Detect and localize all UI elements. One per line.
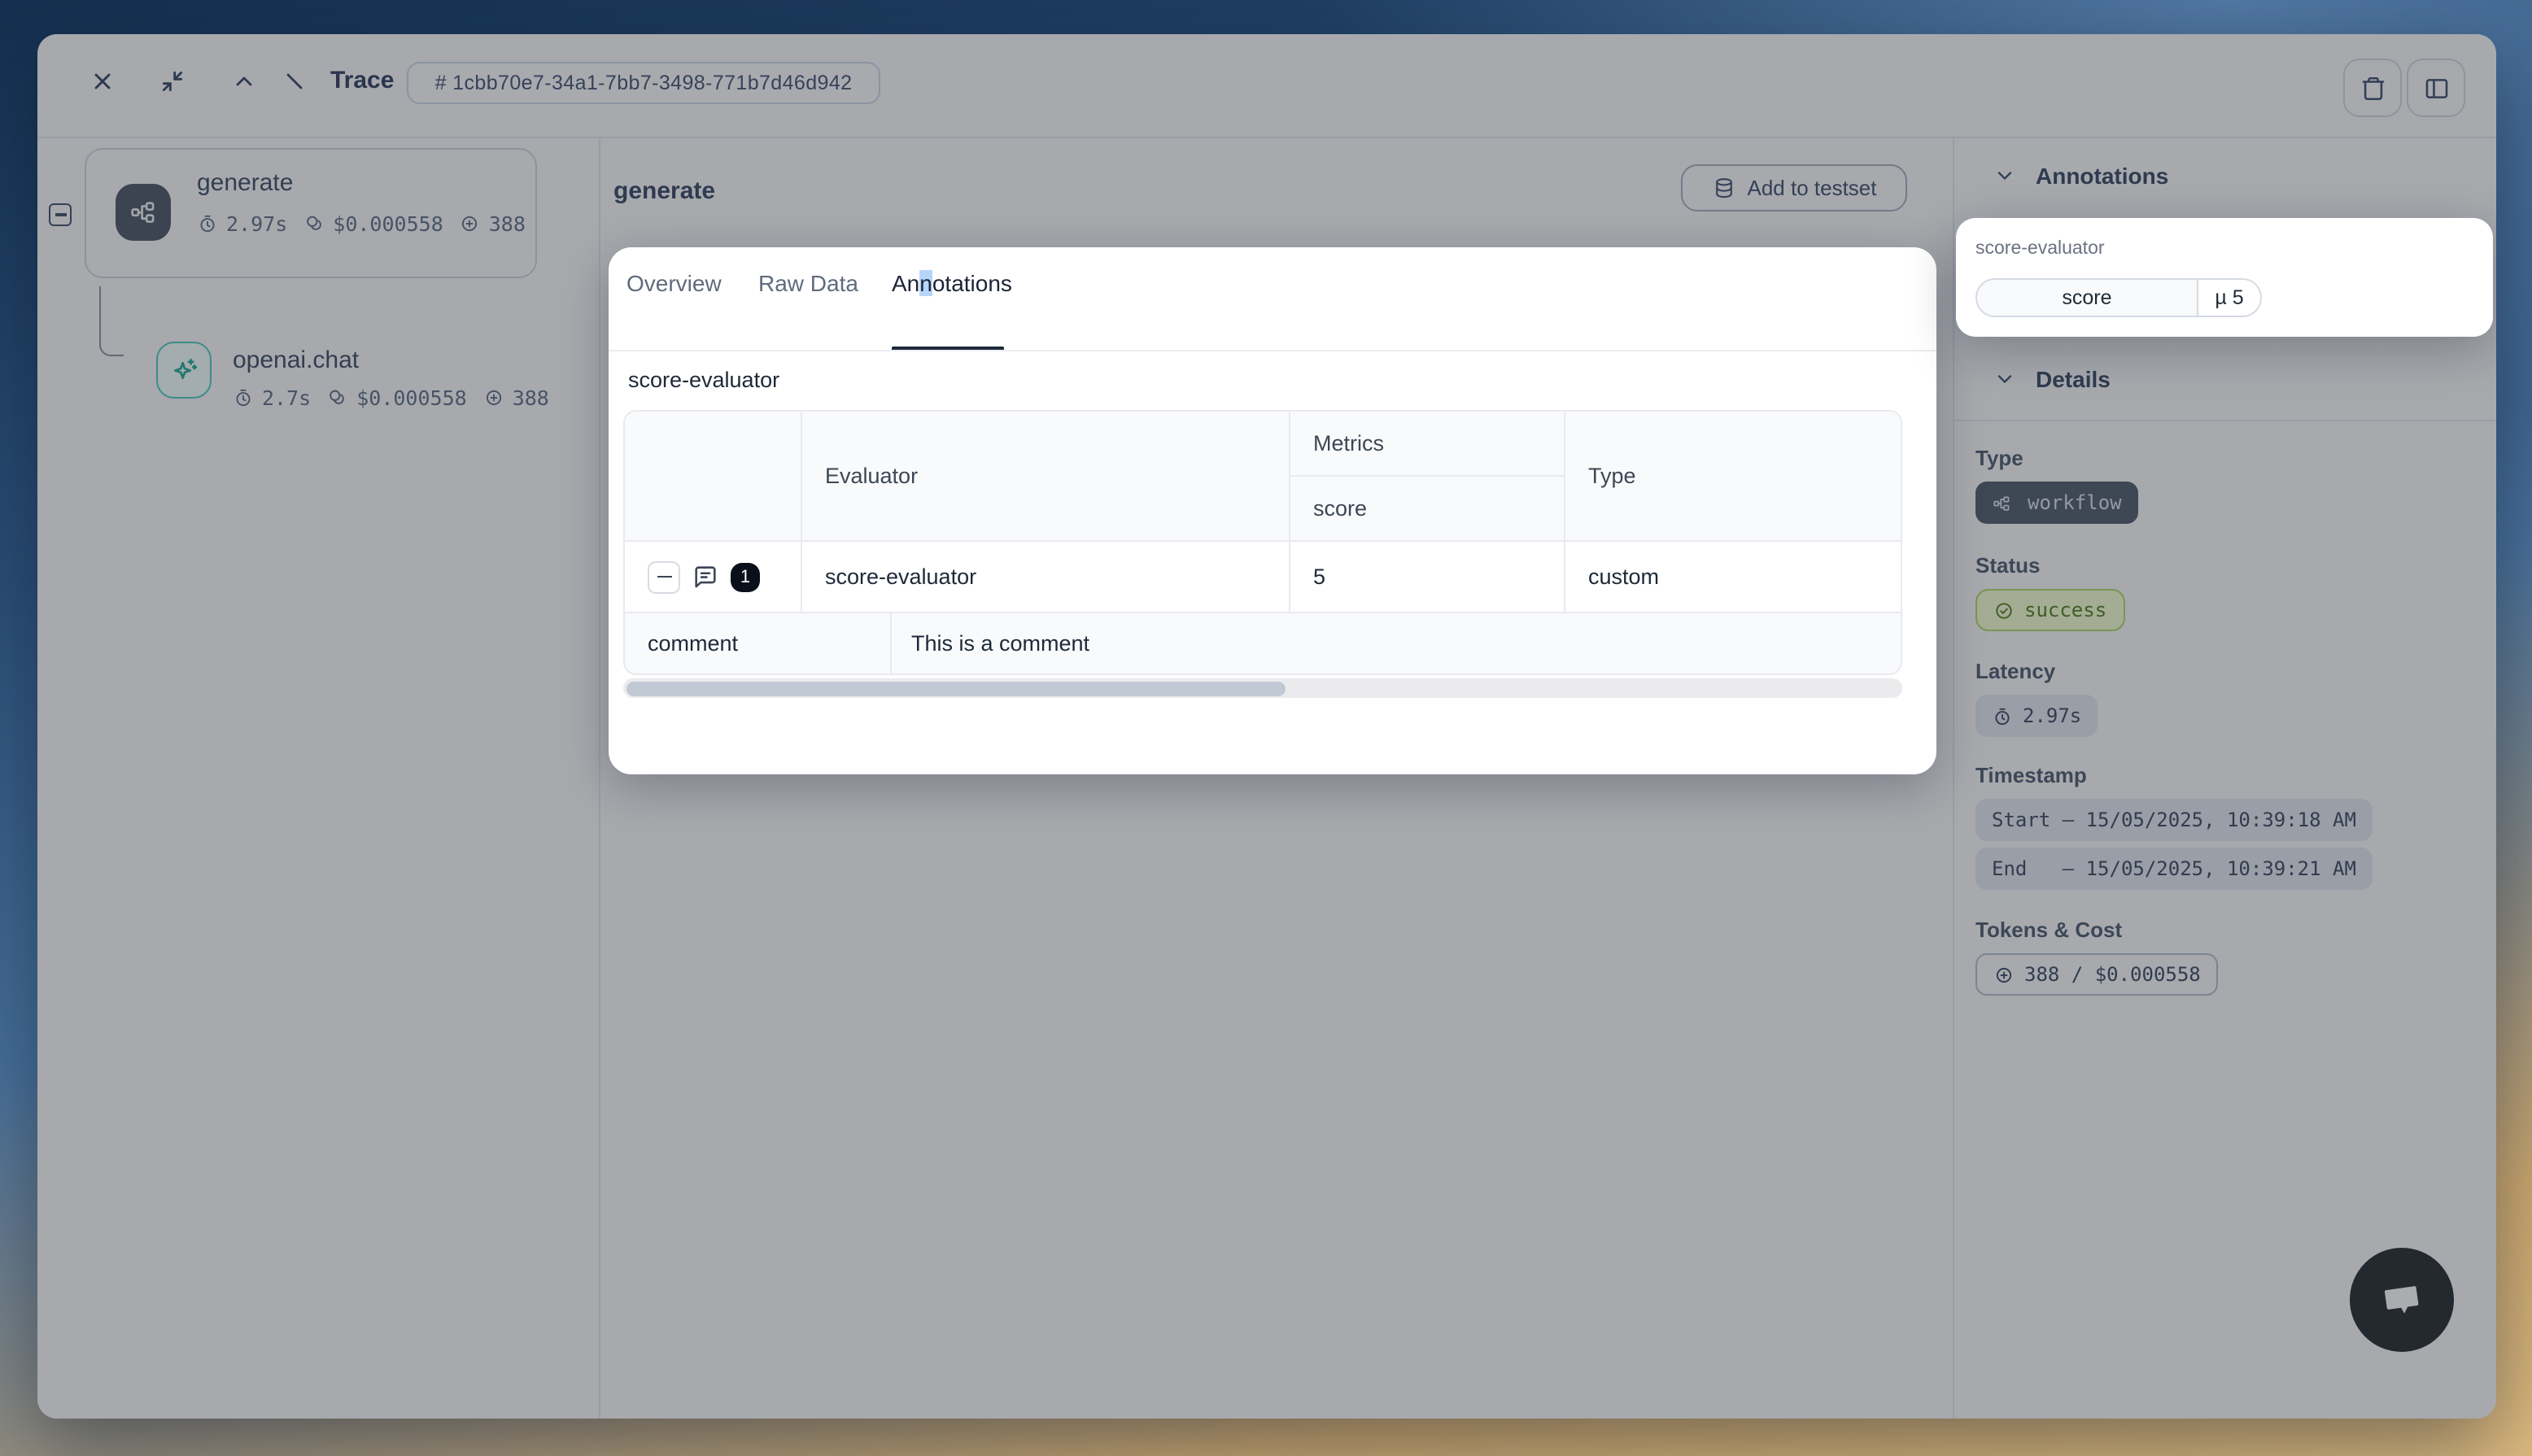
tabs-row: Overview Raw Data Annotations — [609, 247, 1936, 351]
collapse-row-icon[interactable] — [648, 560, 680, 593]
text-selection: n — [919, 270, 932, 296]
table-row[interactable]: 1 score-evaluator 5 custom — [625, 540, 1901, 612]
scrollbar-thumb[interactable] — [626, 681, 1286, 695]
horizontal-scrollbar[interactable] — [623, 678, 1902, 698]
tab-raw-data[interactable]: Raw Data — [758, 270, 858, 296]
tab-annotations[interactable]: Annotations — [892, 270, 1012, 296]
header-cell-empty — [625, 412, 802, 540]
cell-evaluator: score-evaluator — [802, 542, 1290, 612]
card-evaluator-label: score-evaluator — [1975, 239, 2105, 259]
annotations-table: Evaluator Metrics score Type 1 — [623, 410, 1902, 675]
header-cell-type: Type — [1565, 412, 1901, 540]
comment-value-cell: This is a comment — [892, 613, 1901, 674]
score-metric-pill[interactable]: score µ 5 — [1975, 278, 2262, 317]
comment-label-cell: comment — [625, 613, 892, 674]
row-controls: 1 — [625, 542, 802, 612]
header-cell-evaluator: Evaluator — [802, 412, 1290, 540]
metric-name: score — [1977, 280, 2198, 316]
trace-window: Trace # 1cbb70e7-34a1-7bb7-3498-771b7d46… — [37, 34, 2496, 1419]
cell-score: 5 — [1290, 542, 1565, 612]
comment-icon[interactable] — [692, 563, 719, 591]
metric-mean-value: µ 5 — [2198, 280, 2260, 316]
header-cell-metrics: Metrics score — [1290, 412, 1565, 540]
desktop-background: Trace # 1cbb70e7-34a1-7bb7-3498-771b7d46… — [0, 0, 2532, 1456]
cell-type: custom — [1565, 542, 1901, 612]
comment-count-badge: 1 — [731, 562, 760, 591]
tabs-divider — [609, 350, 1936, 351]
comment-row: comment This is a comment — [625, 612, 1901, 674]
table-header-row: Evaluator Metrics score Type — [625, 412, 1901, 540]
tab-content-panel: Overview Raw Data Annotations score-eval… — [609, 247, 1936, 774]
evaluator-section-title: score-evaluator — [628, 368, 779, 392]
annotation-score-card: score-evaluator score µ 5 — [1956, 218, 2493, 337]
tab-overview[interactable]: Overview — [626, 270, 722, 296]
